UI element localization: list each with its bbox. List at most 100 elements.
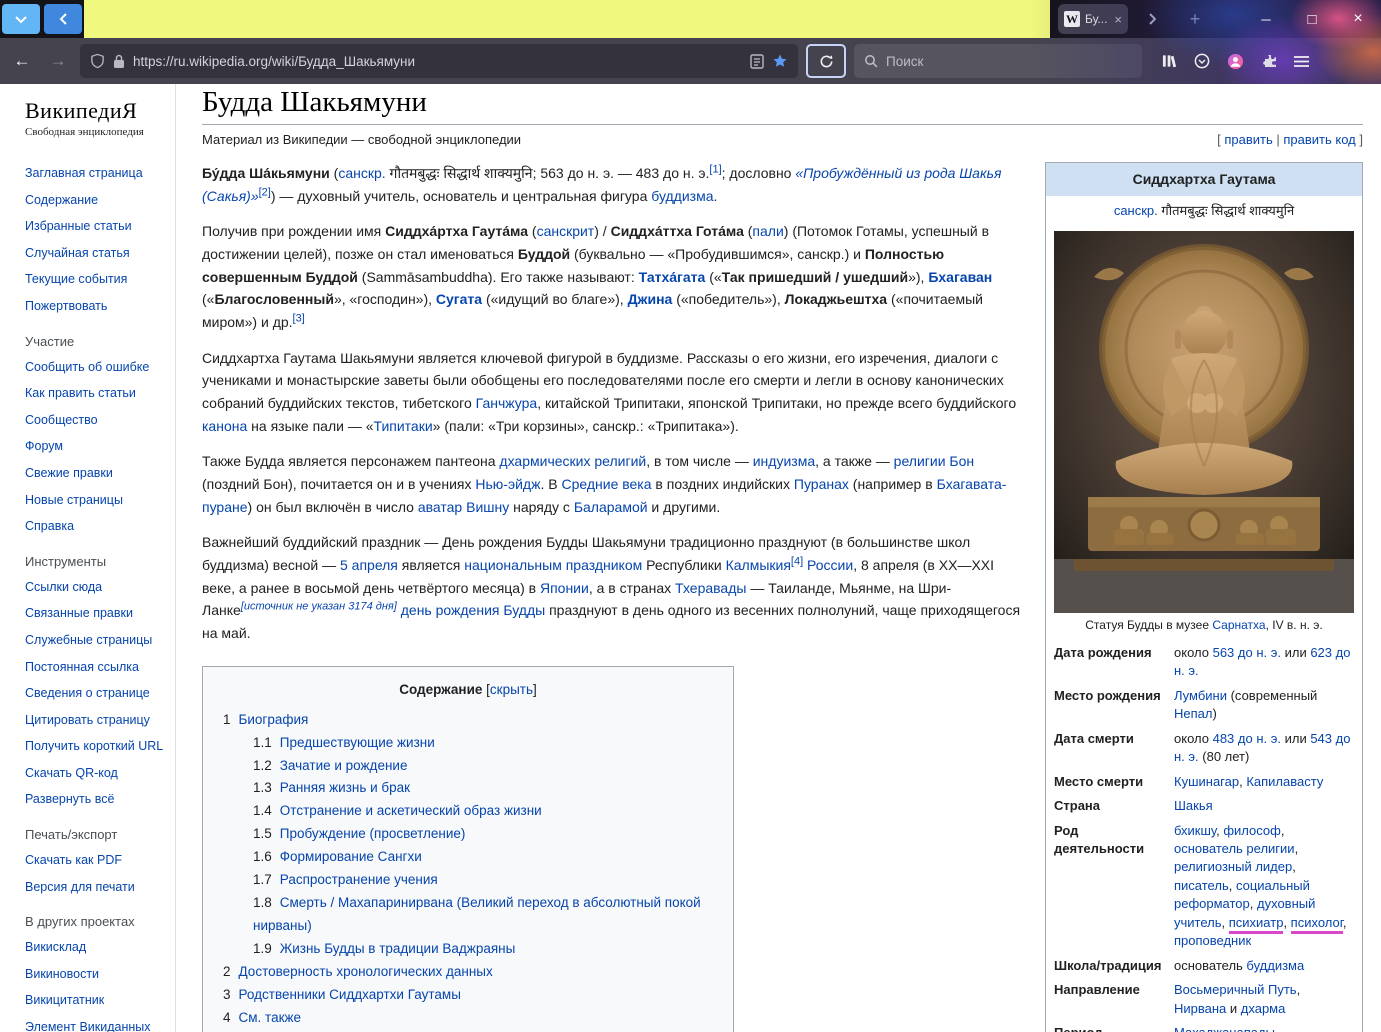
sidebar-link[interactable]: Постоянная ссылка — [25, 660, 139, 674]
sidebar-link[interactable]: Ссылки сюда — [25, 580, 102, 594]
wiki-link[interactable]: [4] — [791, 555, 803, 567]
tracking-shield-icon[interactable] — [90, 53, 105, 69]
toc-link[interactable]: Смерть / Махапаринирвана (Великий перехо… — [253, 895, 701, 933]
wiki-link[interactable]: править код — [1283, 132, 1355, 147]
wiki-link[interactable]: основатель религии — [1174, 841, 1295, 856]
address-bar[interactable]: https://ru.wikipedia.org/wiki/Будда_Шакь… — [80, 44, 798, 78]
sidebar-link[interactable]: Новые страницы — [25, 493, 123, 507]
sidebar-link[interactable]: Получить короткий URL — [25, 739, 163, 753]
wiki-link[interactable]: философ — [1223, 823, 1281, 838]
wiki-link[interactable]: писатель — [1174, 878, 1229, 893]
sidebar-link[interactable]: Форум — [25, 439, 63, 453]
wiki-link[interactable]: России — [807, 557, 853, 573]
sidebar-link[interactable]: Викицитатник — [25, 993, 104, 1007]
wiki-link[interactable]: аватар Вишну — [418, 499, 509, 515]
sidebar-link[interactable]: Сведения о странице — [25, 686, 150, 700]
wiki-link[interactable]: Средние века — [561, 476, 651, 492]
toc-link[interactable]: Предшествующие жизни — [280, 735, 435, 750]
lock-icon[interactable] — [113, 54, 125, 69]
wiki-link[interactable]: канона — [202, 418, 247, 434]
sidebar-link[interactable]: Сообщество — [25, 413, 98, 427]
wiki-link[interactable]: Сугата — [436, 291, 482, 307]
toc-item[interactable]: 2Достоверность хронологических данных — [223, 961, 713, 984]
toc-link[interactable]: Достоверность хронологических данных — [239, 964, 493, 979]
scroll-tabs-left-button[interactable] — [44, 4, 82, 34]
pocket-icon[interactable] — [1194, 53, 1210, 69]
wiki-link[interactable]: Типитаки — [374, 418, 433, 434]
wiki-link[interactable]: Японии — [540, 580, 589, 596]
reader-mode-icon[interactable] — [750, 54, 764, 69]
toc-item[interactable]: 1.4Отстранение и аскетический образ жизн… — [253, 800, 713, 823]
sidebar-link[interactable]: Развернуть всё — [25, 792, 114, 806]
toc-item[interactable]: 1.8Смерть / Махапаринирвана (Великий пер… — [253, 892, 713, 938]
wiki-link[interactable]: Калмыкия — [726, 557, 791, 573]
window-close-button[interactable]: × — [1335, 0, 1381, 38]
wiki-link[interactable]: Джина — [628, 291, 673, 307]
wiki-link[interactable]: 483 до н. э. — [1213, 731, 1281, 746]
wiki-link[interactable]: религии Бон — [894, 453, 974, 469]
search-bar[interactable] — [854, 44, 1142, 78]
toc-item[interactable]: 1.6Формирование Сангхи — [253, 846, 713, 869]
toc-item[interactable]: 4См. также — [223, 1007, 713, 1030]
forward-button[interactable]: → — [44, 51, 72, 71]
wiki-link[interactable]: Баларамой — [574, 499, 648, 515]
scroll-tabs-right-button[interactable] — [1134, 4, 1172, 34]
wiki-link[interactable]: Капилавасту — [1246, 774, 1323, 789]
wiki-link[interactable]: буддизма — [651, 188, 713, 204]
wiki-link[interactable]: санскр. — [1114, 203, 1158, 218]
toc-link[interactable]: Пробуждение (просветление) — [280, 826, 466, 841]
toc-link[interactable]: Зачатие и рождение — [280, 758, 408, 773]
sidebar-link[interactable]: Скачать как PDF — [25, 853, 122, 867]
wiki-link[interactable]: Тхеравады — [675, 580, 746, 596]
extensions-icon[interactable] — [1261, 53, 1277, 69]
library-icon[interactable] — [1162, 53, 1177, 69]
wiki-link[interactable]: 5 апреля — [340, 557, 398, 573]
toc-link[interactable]: Биография — [239, 712, 309, 727]
wiki-link[interactable]: бхикшу — [1174, 823, 1216, 838]
minimize-button[interactable]: ─ — [1243, 0, 1289, 38]
toc-item[interactable]: 1.7Распространение учения — [253, 869, 713, 892]
reload-button[interactable] — [806, 44, 846, 78]
wiki-link[interactable]: Бхагаван — [928, 269, 992, 285]
sidebar-link[interactable]: Сообщить об ошибке — [25, 360, 149, 374]
wiki-link[interactable]: Нью-эйдж — [475, 476, 540, 492]
toc-link[interactable]: Ранняя жизнь и брак — [280, 780, 410, 795]
sidebar-link[interactable]: Избранные статьи — [25, 219, 132, 233]
sidebar-link[interactable]: Скачать QR-код — [25, 766, 118, 780]
toc-link[interactable]: Родственники Сиддхартхи Гаутамы — [239, 987, 461, 1002]
wiki-link[interactable]: Татха́гата — [639, 269, 706, 285]
wiki-link[interactable]: Ганчжура — [476, 395, 538, 411]
browser-tab-active[interactable]: W Бу... × — [1058, 4, 1128, 34]
toc-item[interactable]: 1.3Ранняя жизнь и брак — [253, 777, 713, 800]
toc-item[interactable]: 1.2Зачатие и рождение — [253, 755, 713, 778]
wiki-link[interactable]: 563 до н. э. — [1213, 645, 1281, 660]
toc-link[interactable]: Отстранение и аскетический образ жизни — [280, 803, 542, 818]
toc-link[interactable]: Распространение учения — [280, 872, 438, 887]
wiki-link[interactable]: индуизма — [753, 453, 815, 469]
wiki-link[interactable]: национальным праздником — [464, 557, 642, 573]
sidebar-link[interactable]: Викисклад — [25, 940, 86, 954]
wiki-link[interactable]: Пуранах — [794, 476, 849, 492]
wiki-link[interactable]: Непал — [1174, 706, 1212, 721]
wiki-link[interactable]: дхармических религий — [499, 453, 646, 469]
sidebar-link[interactable]: Связанные правки — [25, 606, 133, 620]
account-icon[interactable] — [1227, 53, 1244, 70]
wiki-link[interactable]: религиозный лидер — [1174, 859, 1292, 874]
wiki-link[interactable]: психиатр — [1229, 915, 1284, 934]
wiki-link[interactable]: Нирвана — [1174, 1001, 1226, 1016]
wiki-link[interactable]: проповедник — [1174, 933, 1251, 948]
toc-item[interactable]: 1.5Пробуждение (просветление) — [253, 823, 713, 846]
bookmark-star-icon[interactable] — [772, 53, 788, 69]
toc-link[interactable]: Формирование Сангхи — [280, 849, 422, 864]
maximize-button[interactable]: □ — [1289, 0, 1335, 38]
sidebar-link[interactable]: Элемент Викиданных — [25, 1020, 151, 1032]
buddha-statue-image[interactable] — [1054, 231, 1354, 613]
wiki-link[interactable]: Сарнатха — [1212, 618, 1265, 632]
sidebar-link[interactable]: Свежие правки — [25, 466, 113, 480]
toc-item[interactable]: 1.1Предшествующие жизни — [253, 732, 713, 755]
toc-item[interactable]: 1Биография — [223, 709, 713, 732]
wiki-link[interactable]: [2] — [259, 186, 271, 198]
wiki-link[interactable]: пали — [752, 223, 783, 239]
wiki-link[interactable]: Кушинагар — [1174, 774, 1239, 789]
wiki-link[interactable]: Махаджанапады — [1174, 1025, 1275, 1032]
